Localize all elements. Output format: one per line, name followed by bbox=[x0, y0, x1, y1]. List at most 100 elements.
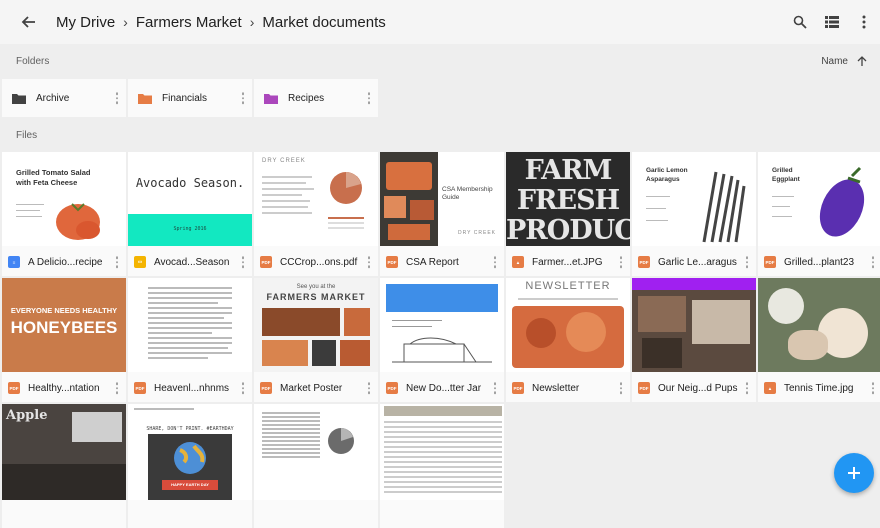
file-card[interactable]: PDF Heavenl...nhnms bbox=[128, 278, 252, 402]
file-name: Farmer...et.JPG bbox=[532, 256, 603, 268]
more-vert-icon[interactable] bbox=[493, 382, 496, 394]
file-thumbnail bbox=[758, 278, 880, 372]
chevron-right-icon: › bbox=[249, 14, 255, 30]
folder-financials[interactable]: Financials bbox=[128, 79, 252, 117]
more-vert-icon[interactable] bbox=[241, 256, 244, 268]
more-vert-icon[interactable] bbox=[241, 382, 244, 394]
file-name: Our Neig...d Pups bbox=[658, 382, 738, 394]
file-card[interactable]: ▲ Tennis Time.jpg bbox=[758, 278, 880, 402]
file-thumbnail bbox=[632, 278, 756, 372]
folder-recipes[interactable]: Recipes bbox=[254, 79, 378, 117]
sort-by-name[interactable]: Name bbox=[821, 55, 868, 67]
more-vert-icon[interactable] bbox=[367, 382, 370, 394]
pdf-icon: PDF bbox=[260, 256, 272, 268]
file-card[interactable]: NEWSLETTER PDF Newsletter bbox=[506, 278, 630, 402]
search-button[interactable] bbox=[784, 6, 816, 38]
more-vert-icon[interactable] bbox=[115, 92, 118, 104]
file-name: Newsletter bbox=[532, 382, 580, 394]
thumb-title: CSA Membership Guide bbox=[442, 186, 493, 201]
add-new-button[interactable] bbox=[834, 453, 874, 493]
file-thumbnail: Grilled Tomato Salad with Feta Cheese bbox=[2, 152, 126, 246]
file-card[interactable]: PDF Our Neig...d Pups bbox=[632, 278, 756, 402]
more-vert-icon[interactable] bbox=[493, 256, 496, 268]
eggplant-illustration bbox=[819, 166, 865, 237]
breadcrumb-my-drive[interactable]: My Drive bbox=[56, 14, 115, 31]
folder-name: Financials bbox=[162, 92, 208, 104]
more-vert-icon[interactable] bbox=[367, 256, 370, 268]
more-vert-icon[interactable] bbox=[619, 256, 622, 268]
file-card[interactable] bbox=[380, 404, 504, 528]
folder-icon bbox=[264, 93, 278, 104]
more-vert-icon[interactable] bbox=[745, 256, 748, 268]
arrow-up-icon bbox=[857, 56, 867, 66]
pie-chart-graphic bbox=[328, 428, 354, 454]
globe-illustration bbox=[174, 442, 206, 474]
more-vert-icon[interactable] bbox=[115, 256, 118, 268]
file-name: Healthy...ntation bbox=[28, 382, 100, 394]
file-name: Heavenl...nhnms bbox=[154, 382, 230, 394]
pdf-icon: PDF bbox=[386, 382, 398, 394]
thumb-footer: DRY CREEK bbox=[458, 230, 496, 236]
files-heading: Files bbox=[16, 130, 38, 141]
file-thumbnail: FARM FRESH PRODUCE bbox=[506, 152, 630, 246]
more-vert-icon[interactable] bbox=[367, 92, 370, 104]
more-vert-icon[interactable] bbox=[619, 382, 622, 394]
file-card[interactable]: Grilled Eggplant PDF Grilled...plant23 bbox=[758, 152, 880, 276]
more-options-button[interactable] bbox=[848, 6, 880, 38]
folder-list: Archive Financials Recipes bbox=[2, 79, 378, 117]
thumb-title: NEWSLETTER bbox=[525, 280, 611, 292]
file-card[interactable] bbox=[254, 404, 378, 528]
more-vert-icon[interactable] bbox=[745, 382, 748, 394]
thumb-title: Avocado Season. bbox=[135, 176, 245, 190]
folder-archive[interactable]: Archive bbox=[2, 79, 126, 117]
thumb-subtitle: FARMERS MARKET bbox=[266, 292, 366, 302]
thumb-title: FARM FRESH PRODUCE bbox=[506, 155, 630, 246]
breadcrumb-farmers-market[interactable]: Farmers Market bbox=[136, 14, 242, 31]
file-card[interactable]: PDF New Do...tter Jar bbox=[380, 278, 504, 402]
image-icon: ▲ bbox=[512, 256, 524, 268]
tomato-illustration bbox=[56, 203, 100, 240]
file-card[interactable]: EVERYONE NEEDS HEALTHY HONEYBEES PDF Hea… bbox=[2, 278, 126, 402]
file-name: A Delicio...recipe bbox=[28, 256, 103, 268]
file-thumbnail: CSA Membership Guide DRY CREEK bbox=[380, 152, 504, 246]
file-thumbnail: NEWSLETTER bbox=[506, 278, 630, 372]
file-card[interactable]: SHARE, DON'T PRINT. #EARTHDAY HAPPY EART… bbox=[128, 404, 252, 528]
file-thumbnail bbox=[254, 404, 378, 500]
folder-icon bbox=[12, 93, 26, 104]
more-vert-icon[interactable] bbox=[871, 256, 874, 268]
file-card[interactable]: Grilled Tomato Salad with Feta Cheese ≡ … bbox=[2, 152, 126, 276]
file-thumbnail: Garlic Lemon Asparagus bbox=[632, 152, 756, 246]
back-button[interactable] bbox=[0, 0, 56, 44]
file-name: Market Poster bbox=[280, 382, 343, 394]
file-card[interactable]: DRY CREEK PDF CCCrop...ons.pdf bbox=[254, 152, 378, 276]
file-card[interactable]: See you at the FARMERS MARKET PDF Market… bbox=[254, 278, 378, 402]
file-grid: Grilled Tomato Salad with Feta Cheese ≡ … bbox=[2, 152, 880, 528]
chevron-right-icon: › bbox=[123, 14, 128, 30]
file-thumbnail: SHARE, DON'T PRINT. #EARTHDAY HAPPY EART… bbox=[128, 404, 252, 500]
file-card[interactable]: Garlic Lemon Asparagus PDF Garlic Le...a… bbox=[632, 152, 756, 276]
pdf-icon: PDF bbox=[764, 256, 776, 268]
pdf-icon: PDF bbox=[638, 256, 650, 268]
pdf-icon: PDF bbox=[638, 382, 650, 394]
file-thumbnail: See you at the FARMERS MARKET bbox=[254, 278, 378, 372]
file-thumbnail: EVERYONE NEEDS HEALTHY HONEYBEES bbox=[2, 278, 126, 372]
plus-icon bbox=[848, 467, 860, 479]
list-view-button[interactable] bbox=[816, 6, 848, 38]
file-name: CSA Report bbox=[406, 256, 459, 268]
file-name: Garlic Le...aragus bbox=[658, 256, 737, 268]
breadcrumb-market-documents[interactable]: Market documents bbox=[262, 14, 385, 31]
more-vert-icon[interactable] bbox=[115, 382, 118, 394]
pdf-icon: PDF bbox=[512, 382, 524, 394]
thumb-title: DRY CREEK bbox=[262, 158, 306, 164]
file-card[interactable]: FARM FRESH PRODUCE ▲ Farmer...et.JPG bbox=[506, 152, 630, 276]
file-card[interactable]: Avocado Season. Spring 2016 ▭ Avocad...S… bbox=[128, 152, 252, 276]
thumb-title: SHARE, DON'T PRINT. #EARTHDAY bbox=[146, 426, 234, 432]
file-thumbnail: Grilled Eggplant bbox=[758, 152, 880, 246]
pdf-icon: PDF bbox=[8, 382, 20, 394]
file-card[interactable]: CSA Membership Guide DRY CREEK PDF CSA R… bbox=[380, 152, 504, 276]
file-card[interactable]: Apple bbox=[2, 404, 126, 528]
more-vert-icon[interactable] bbox=[241, 92, 244, 104]
sort-label: Name bbox=[821, 55, 848, 67]
pdf-icon: PDF bbox=[134, 382, 146, 394]
more-vert-icon[interactable] bbox=[871, 382, 874, 394]
